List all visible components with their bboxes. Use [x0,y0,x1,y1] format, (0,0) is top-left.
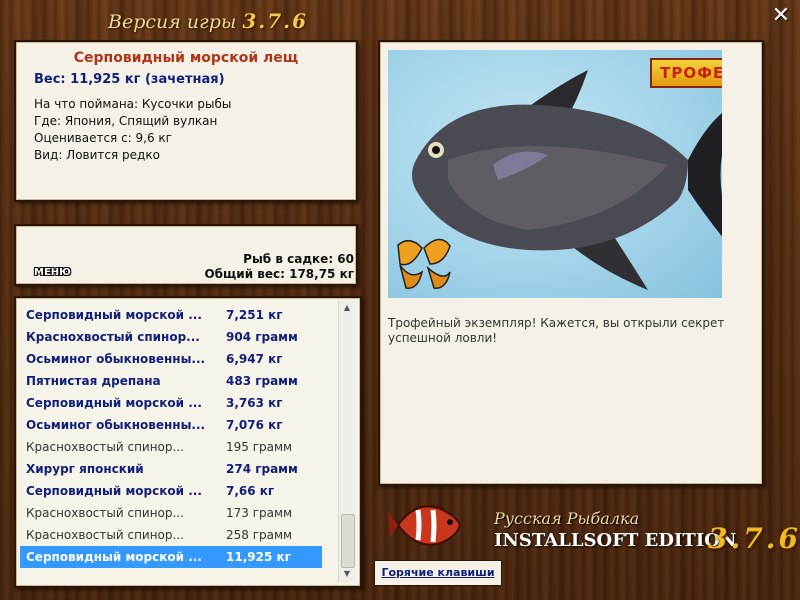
catch-info-panel: Серповидный морской лещ Вес: 11,925 кг (… [14,40,358,202]
window-title: Версия игры 3.7.6 [108,8,306,34]
fish-photo: ТРОФЕЙ [388,50,722,298]
list-item-name: Серповидный морской ... [26,308,202,322]
list-item-weight: 173 грамм [226,506,293,520]
list-item-name: Осьминог обыкновенны... [26,352,206,366]
close-icon[interactable]: ✕ [768,4,794,28]
list-item-weight: 274 грамм [226,462,298,476]
trophy-badge: ТРОФЕЙ [650,58,722,88]
scroll-up-icon[interactable]: ▲ [339,300,355,316]
list-item[interactable]: Пятнистая дрепана 483 грамм [20,370,322,392]
list-item[interactable]: Серповидный морской ... 7,66 кг [20,480,322,502]
list-item-name: Серповидный морской ... [26,484,202,498]
list-item[interactable]: Серповидный морской ... 7,251 кг [20,304,322,326]
total-weight: Общий вес: 178,75 кг [204,267,354,281]
list-item-name: Краснохвостый спинор... [26,506,184,520]
list-item-weight: 904 грамм [226,330,298,344]
list-item-selected[interactable]: Серповидный морской ... 11,925 кг [20,546,322,568]
window-title-text: Версия игры [108,11,237,33]
list-item[interactable]: Краснохвостый спинор... 173 грамм [20,502,322,524]
list-item[interactable]: Осьминог обыкновенны... 7,076 кг [20,414,322,436]
window-title-version: 3.7.6 [242,9,309,33]
fish-count: Рыб в садке: 60 [243,252,354,266]
trophy-message: Трофейный экземпляр! Кажется, вы открыли… [388,316,725,345]
list-scrollbar[interactable]: ▲ ▼ [338,300,355,582]
list-item-weight: 7,251 кг [226,308,283,322]
list-item-weight: 3,763 кг [226,396,283,410]
place-info: Где: Япония, Спящий вулкан [34,114,218,128]
scroll-down-icon[interactable]: ▼ [339,566,355,582]
list-item-name: Осьминог обыкновенны... [26,418,206,432]
list-item[interactable]: Осьминог обыкновенны... 6,947 кг [20,348,322,370]
list-item[interactable]: Краснохвостый спинор... 904 грамм [20,326,322,348]
bait-info: На что поймана: Кусочки рыбы [34,97,232,111]
list-item[interactable]: Краснохвостый спинор... 258 грамм [20,524,322,546]
list-item[interactable]: Краснохвостый спинор... 195 грамм [20,436,322,458]
list-item-weight: 483 грамм [226,374,298,388]
list-item-weight: 7,66 кг [226,484,275,498]
list-item[interactable]: Хирург японский 274 грамм [20,458,322,480]
kind-info: Вид: Ловится редко [34,148,160,162]
list-item-name: Пятнистая дрепана [26,374,161,388]
list-item-name: Краснохвостый спинор... [26,440,184,454]
list-item-name: Краснохвостый спинор... [26,528,184,542]
fish-weight: Вес: 11,925 кг (зачетная) [34,72,225,87]
list-item-name: Серповидный морской ... [26,396,202,410]
list-item-name: Краснохвостый спинор... [26,330,200,344]
brand-title: Русская Рыбалка [494,509,640,528]
list-item-weight: 7,076 кг [226,418,283,432]
fish-photo-panel: ТРОФЕЙ Трофейный экземпляр! Кажется, вы … [378,40,764,486]
hotkeys-button[interactable]: Горячие клавиши [374,560,502,586]
list-item-weight: 11,925 кг [226,550,291,564]
brand-edition: INSTALLSOFT EDITION [494,530,737,551]
keepnet-stats-panel: МЕНЮ Рыб в садке: 60 Общий вес: 178,75 к… [14,224,358,286]
menu-button[interactable]: МЕНЮ [34,265,78,281]
list-item-weight: 258 грамм [226,528,293,542]
catch-list: Серповидный морской ... 7,251 кг Краснох… [14,296,362,588]
brand-version: 3.7.6 [708,522,800,555]
list-item-name: Серповидный морской ... [26,550,202,564]
game-logo-icon [388,490,468,560]
list-item-weight: 195 грамм [226,440,293,454]
list-item[interactable]: Серповидный морской ... 3,763 кг [20,392,322,414]
valued-from-info: Оценивается с: 9,6 кг [34,131,172,145]
list-item-weight: 6,947 кг [226,352,283,366]
list-item-name: Хирург японский [26,462,144,476]
fish-name: Серповидный морской лещ [73,50,299,66]
scroll-thumb[interactable] [341,514,355,568]
